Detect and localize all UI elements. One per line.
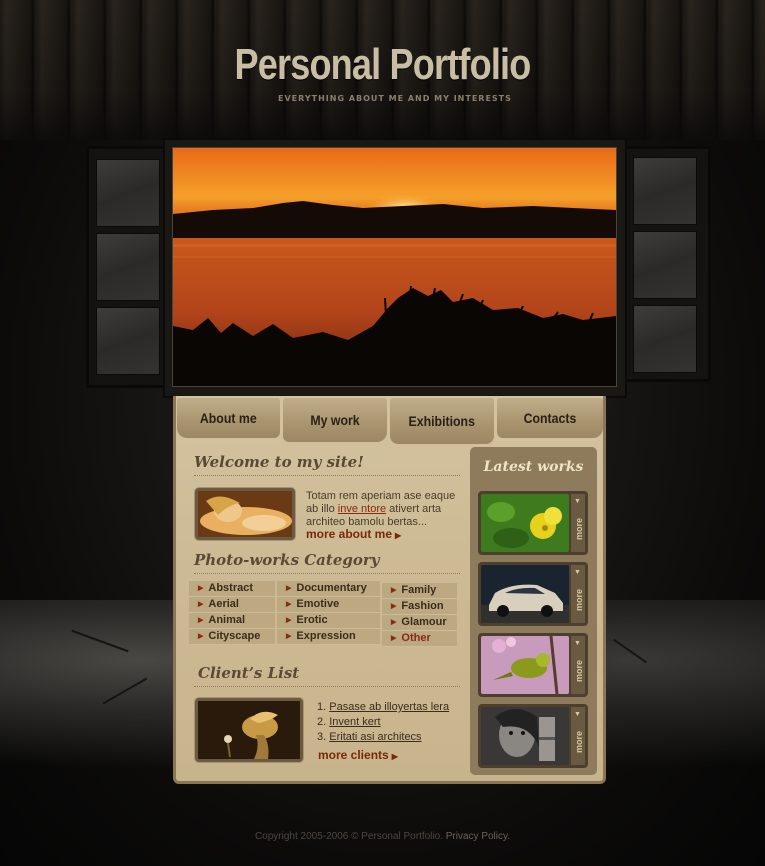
divider [194, 686, 460, 687]
client-link[interactable]: Pasase ab illoyertas lera [329, 701, 449, 713]
tab-about-me[interactable]: About me [177, 398, 280, 438]
categories-heading: Photo-works Category [194, 551, 380, 569]
copyright-text: Copyright 2005-2006 © Personal Portfolio… [254, 831, 443, 842]
more-clients-link[interactable]: more clients ▶ [318, 748, 398, 762]
category-fashion[interactable]: ▶ Fashion [382, 599, 457, 615]
bullet-icon: ▶ [286, 601, 292, 608]
latest-work-item: ▼ more [478, 562, 588, 626]
divider [194, 573, 460, 574]
chevron-down-icon: ▼ [574, 640, 581, 647]
category-animal[interactable]: ▶ Animal [189, 613, 275, 629]
chevron-down-icon: ▼ [574, 711, 581, 718]
tab-exhibitions[interactable]: Exhibitions [390, 398, 494, 444]
bullet-icon: ▶ [286, 585, 292, 592]
category-documentary[interactable]: ▶ Documentary [277, 581, 380, 597]
category-cityscape[interactable]: ▶ Cityscape [189, 629, 275, 645]
site-title: Personal Portfolio [234, 40, 532, 89]
footer: Copyright 2005-2006 © Personal Portfolio… [0, 831, 765, 842]
more-button[interactable]: ▼ more [571, 636, 585, 694]
more-button[interactable]: ▼ more [571, 494, 585, 552]
bullet-icon: ▶ [391, 587, 397, 594]
clients-list: 1. Pasase ab illoyertas lera 2. Invent k… [317, 700, 449, 745]
chevron-down-icon: ▼ [574, 569, 581, 576]
category-erotic[interactable]: ▶ Erotic [277, 613, 380, 629]
client-link[interactable]: Invent kert [329, 716, 380, 728]
sunset-photo [172, 147, 617, 387]
more-button[interactable]: ▼ more [571, 707, 585, 765]
list-item: 1. Pasase ab illoyertas lera [317, 701, 450, 713]
list-item: 3. Eritati asi architecs [317, 731, 422, 743]
bullet-icon: ▶ [198, 617, 204, 624]
category-abstract[interactable]: ▶ Abstract [189, 581, 275, 597]
bullet-icon: ▶ [391, 603, 397, 610]
tab-contacts[interactable]: Contacts [497, 398, 603, 438]
privacy-policy-link[interactable]: Privacy Policy. [446, 831, 510, 842]
category-glamour[interactable]: ▶ Glamour [382, 615, 457, 631]
latest-work-item: ▼ more [478, 633, 588, 697]
welcome-thumbnail[interactable] [195, 488, 295, 540]
category-aerial[interactable]: ▶ Aerial [189, 597, 275, 613]
tab-my-work[interactable]: My work [283, 398, 387, 442]
welcome-text: Totam rem aperiam ase eaque ab illo inve… [306, 490, 456, 528]
bullet-icon: ▶ [198, 601, 204, 608]
work-thumbnail-car[interactable] [481, 565, 569, 623]
latest-work-item: ▼ more [478, 491, 588, 555]
bullet-icon: ▶ [286, 617, 292, 624]
category-grid: ▶ Abstract ▶ Aerial ▶ Animal ▶ Cityscape ▶ Do… [189, 581, 457, 651]
chevron-down-icon: ▼ [574, 498, 581, 505]
client-link[interactable]: Eritati asi architecs [329, 731, 421, 743]
clients-thumbnail[interactable] [195, 698, 303, 762]
category-other[interactable]: ▶ Other [382, 631, 457, 647]
site-tagline: EVERYTHING ABOUT ME AND MY INTERESTS [278, 94, 512, 103]
divider [194, 475, 460, 476]
category-emotive[interactable]: ▶ Emotive [277, 597, 380, 613]
arrow-right-icon: ▶ [391, 752, 398, 761]
bullet-icon: ▶ [391, 635, 397, 642]
left-shutter [86, 146, 168, 388]
bullet-icon: ▶ [198, 633, 204, 640]
more-button[interactable]: ▼ more [571, 565, 585, 623]
clients-heading: Client’s List [198, 664, 300, 682]
inline-link[interactable]: inve ntore [338, 503, 386, 515]
bullet-icon: ▶ [391, 619, 397, 626]
category-expression[interactable]: ▶ Expression [277, 629, 380, 645]
bullet-icon: ▶ [286, 633, 292, 640]
work-thumbnail-flower[interactable] [481, 494, 569, 552]
category-family[interactable]: ▶ Family [382, 583, 457, 599]
welcome-heading: Welcome to my site! [194, 453, 364, 471]
latest-works-heading: Latest works [483, 459, 584, 475]
arrow-right-icon: ▶ [395, 531, 402, 540]
work-thumbnail-portrait[interactable] [481, 707, 569, 765]
list-item: 2. Invent kert [317, 716, 381, 728]
work-thumbnail-bird[interactable] [481, 636, 569, 694]
more-about-me-link[interactable]: more about me ▶ [306, 527, 401, 541]
latest-work-item: ▼ more [478, 704, 588, 768]
bullet-icon: ▶ [198, 585, 204, 592]
right-shutter [623, 146, 711, 382]
